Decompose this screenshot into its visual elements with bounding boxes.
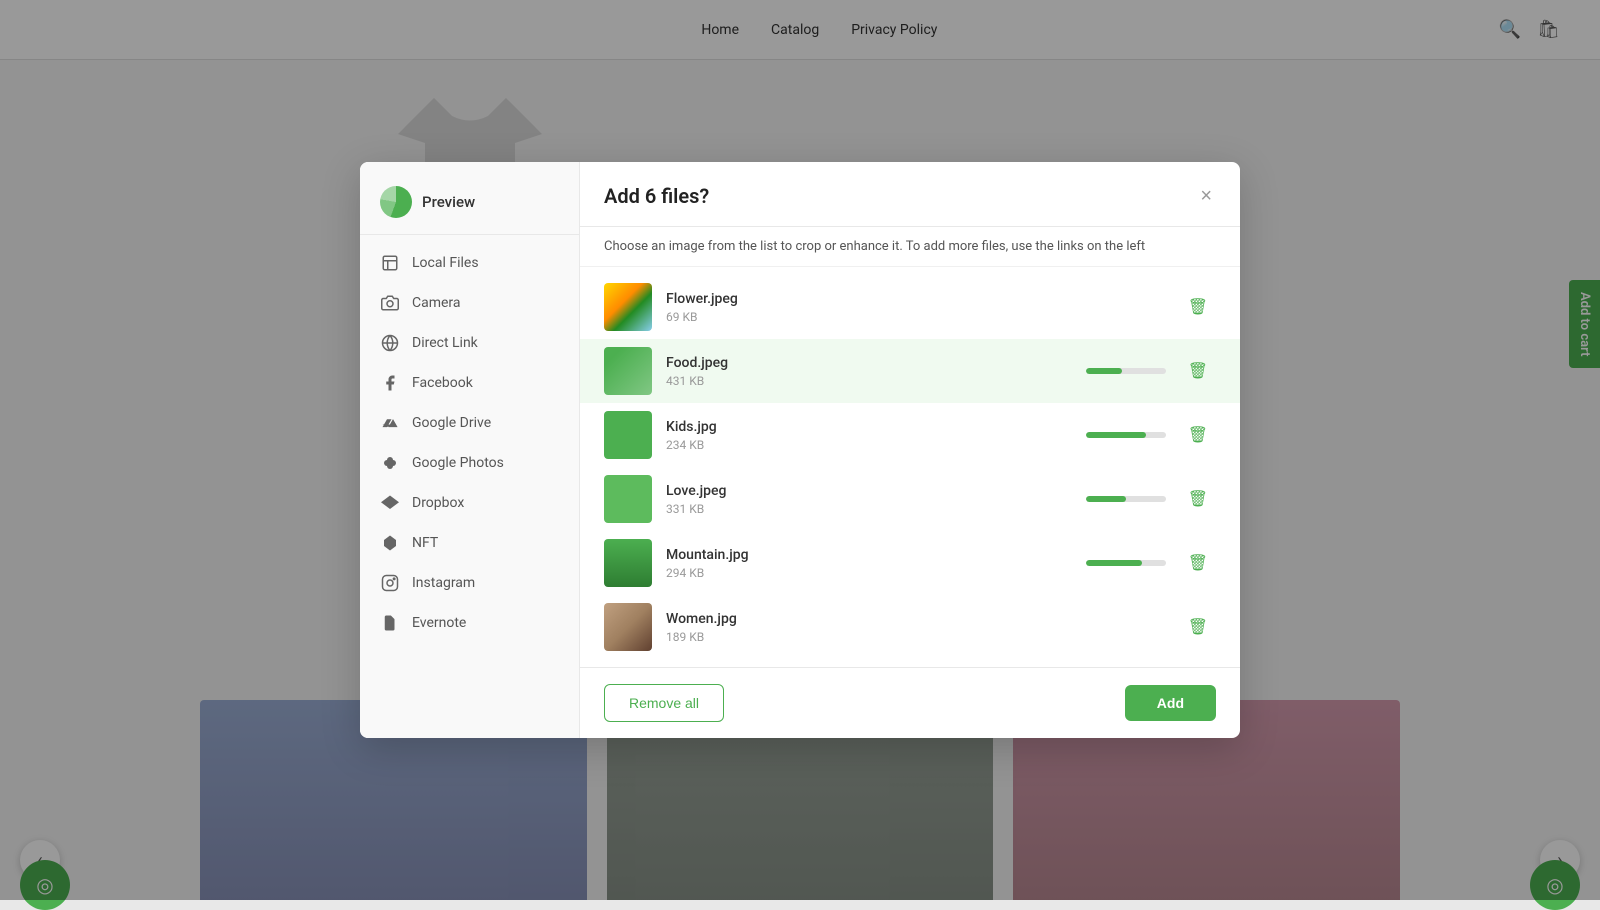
sidebar-google-photos-label: Google Photos: [412, 455, 504, 471]
file-progress-mountain: [1086, 560, 1166, 566]
file-info-mountain: Mountain.jpg 294 KB: [666, 547, 1072, 580]
file-name-food: Food.jpeg: [666, 355, 1072, 371]
file-thumb-flower: [604, 283, 652, 331]
modal-footer: Remove all Add: [580, 667, 1240, 738]
sidebar-google-drive-label: Google Drive: [412, 415, 491, 431]
file-name-love: Love.jpeg: [666, 483, 1072, 499]
sidebar-item-nft[interactable]: NFT: [360, 523, 579, 563]
sidebar-nft-label: NFT: [412, 535, 438, 551]
google-photos-icon: [380, 453, 400, 473]
direct-link-icon: [380, 333, 400, 353]
file-progress-kids: [1086, 432, 1166, 438]
sidebar-item-instagram[interactable]: Instagram: [360, 563, 579, 603]
delete-button-kids[interactable]: 🗑: [1180, 421, 1216, 449]
progress-fill-food: [1086, 368, 1122, 374]
file-size-kids: 234 KB: [666, 438, 1072, 452]
progress-bar-food: [1086, 368, 1166, 374]
delete-button-love[interactable]: 🗑: [1180, 485, 1216, 513]
file-size-flower: 69 KB: [666, 310, 1166, 324]
sidebar-item-dropbox[interactable]: Dropbox: [360, 483, 579, 523]
instagram-icon: [380, 573, 400, 593]
file-item-women[interactable]: Women.jpg 189 KB 🗑: [580, 595, 1240, 659]
file-size-women: 189 KB: [666, 630, 1166, 644]
google-drive-icon: [380, 413, 400, 433]
camera-icon: [380, 293, 400, 313]
file-thumb-women: [604, 603, 652, 651]
facebook-icon: [380, 373, 400, 393]
sidebar-camera-label: Camera: [412, 295, 461, 311]
file-info-flower: Flower.jpeg 69 KB: [666, 291, 1166, 324]
file-item-love[interactable]: Love.jpeg 331 KB 🗑: [580, 467, 1240, 531]
file-size-food: 431 KB: [666, 374, 1072, 388]
progress-fill-mountain: [1086, 560, 1142, 566]
file-thumb-food: [604, 347, 652, 395]
modal-subtitle: Choose an image from the list to crop or…: [580, 227, 1240, 267]
sidebar-item-google-drive[interactable]: Google Drive: [360, 403, 579, 443]
file-thumb-love: [604, 475, 652, 523]
file-name-mountain: Mountain.jpg: [666, 547, 1072, 563]
modal-main-content: Add 6 files? × Choose an image from the …: [580, 162, 1240, 738]
file-size-love: 331 KB: [666, 502, 1072, 516]
add-button[interactable]: Add: [1125, 685, 1216, 721]
file-thumb-mountain: [604, 539, 652, 587]
progress-bar-mountain: [1086, 560, 1166, 566]
file-name-flower: Flower.jpeg: [666, 291, 1166, 307]
file-thumb-kids: [604, 411, 652, 459]
sidebar-instagram-label: Instagram: [412, 575, 475, 591]
nft-icon: [380, 533, 400, 553]
file-info-food: Food.jpeg 431 KB: [666, 355, 1072, 388]
sidebar-item-facebook[interactable]: Facebook: [360, 363, 579, 403]
dropbox-icon: [380, 493, 400, 513]
sidebar-direct-link-label: Direct Link: [412, 335, 478, 351]
evernote-icon: [380, 613, 400, 633]
sidebar-title: Preview: [422, 193, 475, 211]
file-item-food[interactable]: Food.jpeg 431 KB 🗑: [580, 339, 1240, 403]
sidebar-item-evernote[interactable]: Evernote: [360, 603, 579, 643]
sidebar-dropbox-label: Dropbox: [412, 495, 464, 511]
sidebar-local-files-label: Local Files: [412, 255, 479, 271]
file-item-kids[interactable]: Kids.jpg 234 KB 🗑: [580, 403, 1240, 467]
modal-close-button[interactable]: ×: [1196, 182, 1216, 210]
file-name-kids: Kids.jpg: [666, 419, 1072, 435]
progress-fill-kids: [1086, 432, 1146, 438]
sidebar-facebook-label: Facebook: [412, 375, 473, 391]
upload-modal: Preview Local Files Camera: [360, 162, 1240, 738]
file-name-women: Women.jpg: [666, 611, 1166, 627]
delete-button-food[interactable]: 🗑: [1180, 357, 1216, 385]
sidebar-item-local-files[interactable]: Local Files: [360, 243, 579, 283]
file-info-kids: Kids.jpg 234 KB: [666, 419, 1072, 452]
modal-overlay: Preview Local Files Camera: [0, 0, 1600, 900]
modal-title: Add 6 files?: [604, 184, 709, 208]
file-info-women: Women.jpg 189 KB: [666, 611, 1166, 644]
local-files-icon: [380, 253, 400, 273]
sidebar-header: Preview: [360, 178, 579, 235]
file-list: Flower.jpeg 69 KB 🗑 Food.jpeg 431 KB: [580, 267, 1240, 667]
progress-bar-love: [1086, 496, 1166, 502]
file-progress-love: [1086, 496, 1166, 502]
file-size-mountain: 294 KB: [666, 566, 1072, 580]
progress-bar-kids: [1086, 432, 1166, 438]
progress-fill-love: [1086, 496, 1126, 502]
modal-header: Add 6 files? ×: [580, 162, 1240, 227]
sidebar-evernote-label: Evernote: [412, 615, 466, 631]
file-progress-food: [1086, 368, 1166, 374]
upload-sidebar: Preview Local Files Camera: [360, 162, 580, 738]
sidebar-item-google-photos[interactable]: Google Photos: [360, 443, 579, 483]
file-info-love: Love.jpeg 331 KB: [666, 483, 1072, 516]
preview-logo: [380, 186, 412, 218]
delete-button-women[interactable]: 🗑: [1180, 613, 1216, 641]
delete-button-mountain[interactable]: 🗑: [1180, 549, 1216, 577]
delete-button-flower[interactable]: 🗑: [1180, 293, 1216, 321]
file-item-flower[interactable]: Flower.jpeg 69 KB 🗑: [580, 275, 1240, 339]
file-item-mountain[interactable]: Mountain.jpg 294 KB 🗑: [580, 531, 1240, 595]
sidebar-item-direct-link[interactable]: Direct Link: [360, 323, 579, 363]
sidebar-item-camera[interactable]: Camera: [360, 283, 579, 323]
remove-all-button[interactable]: Remove all: [604, 684, 724, 722]
